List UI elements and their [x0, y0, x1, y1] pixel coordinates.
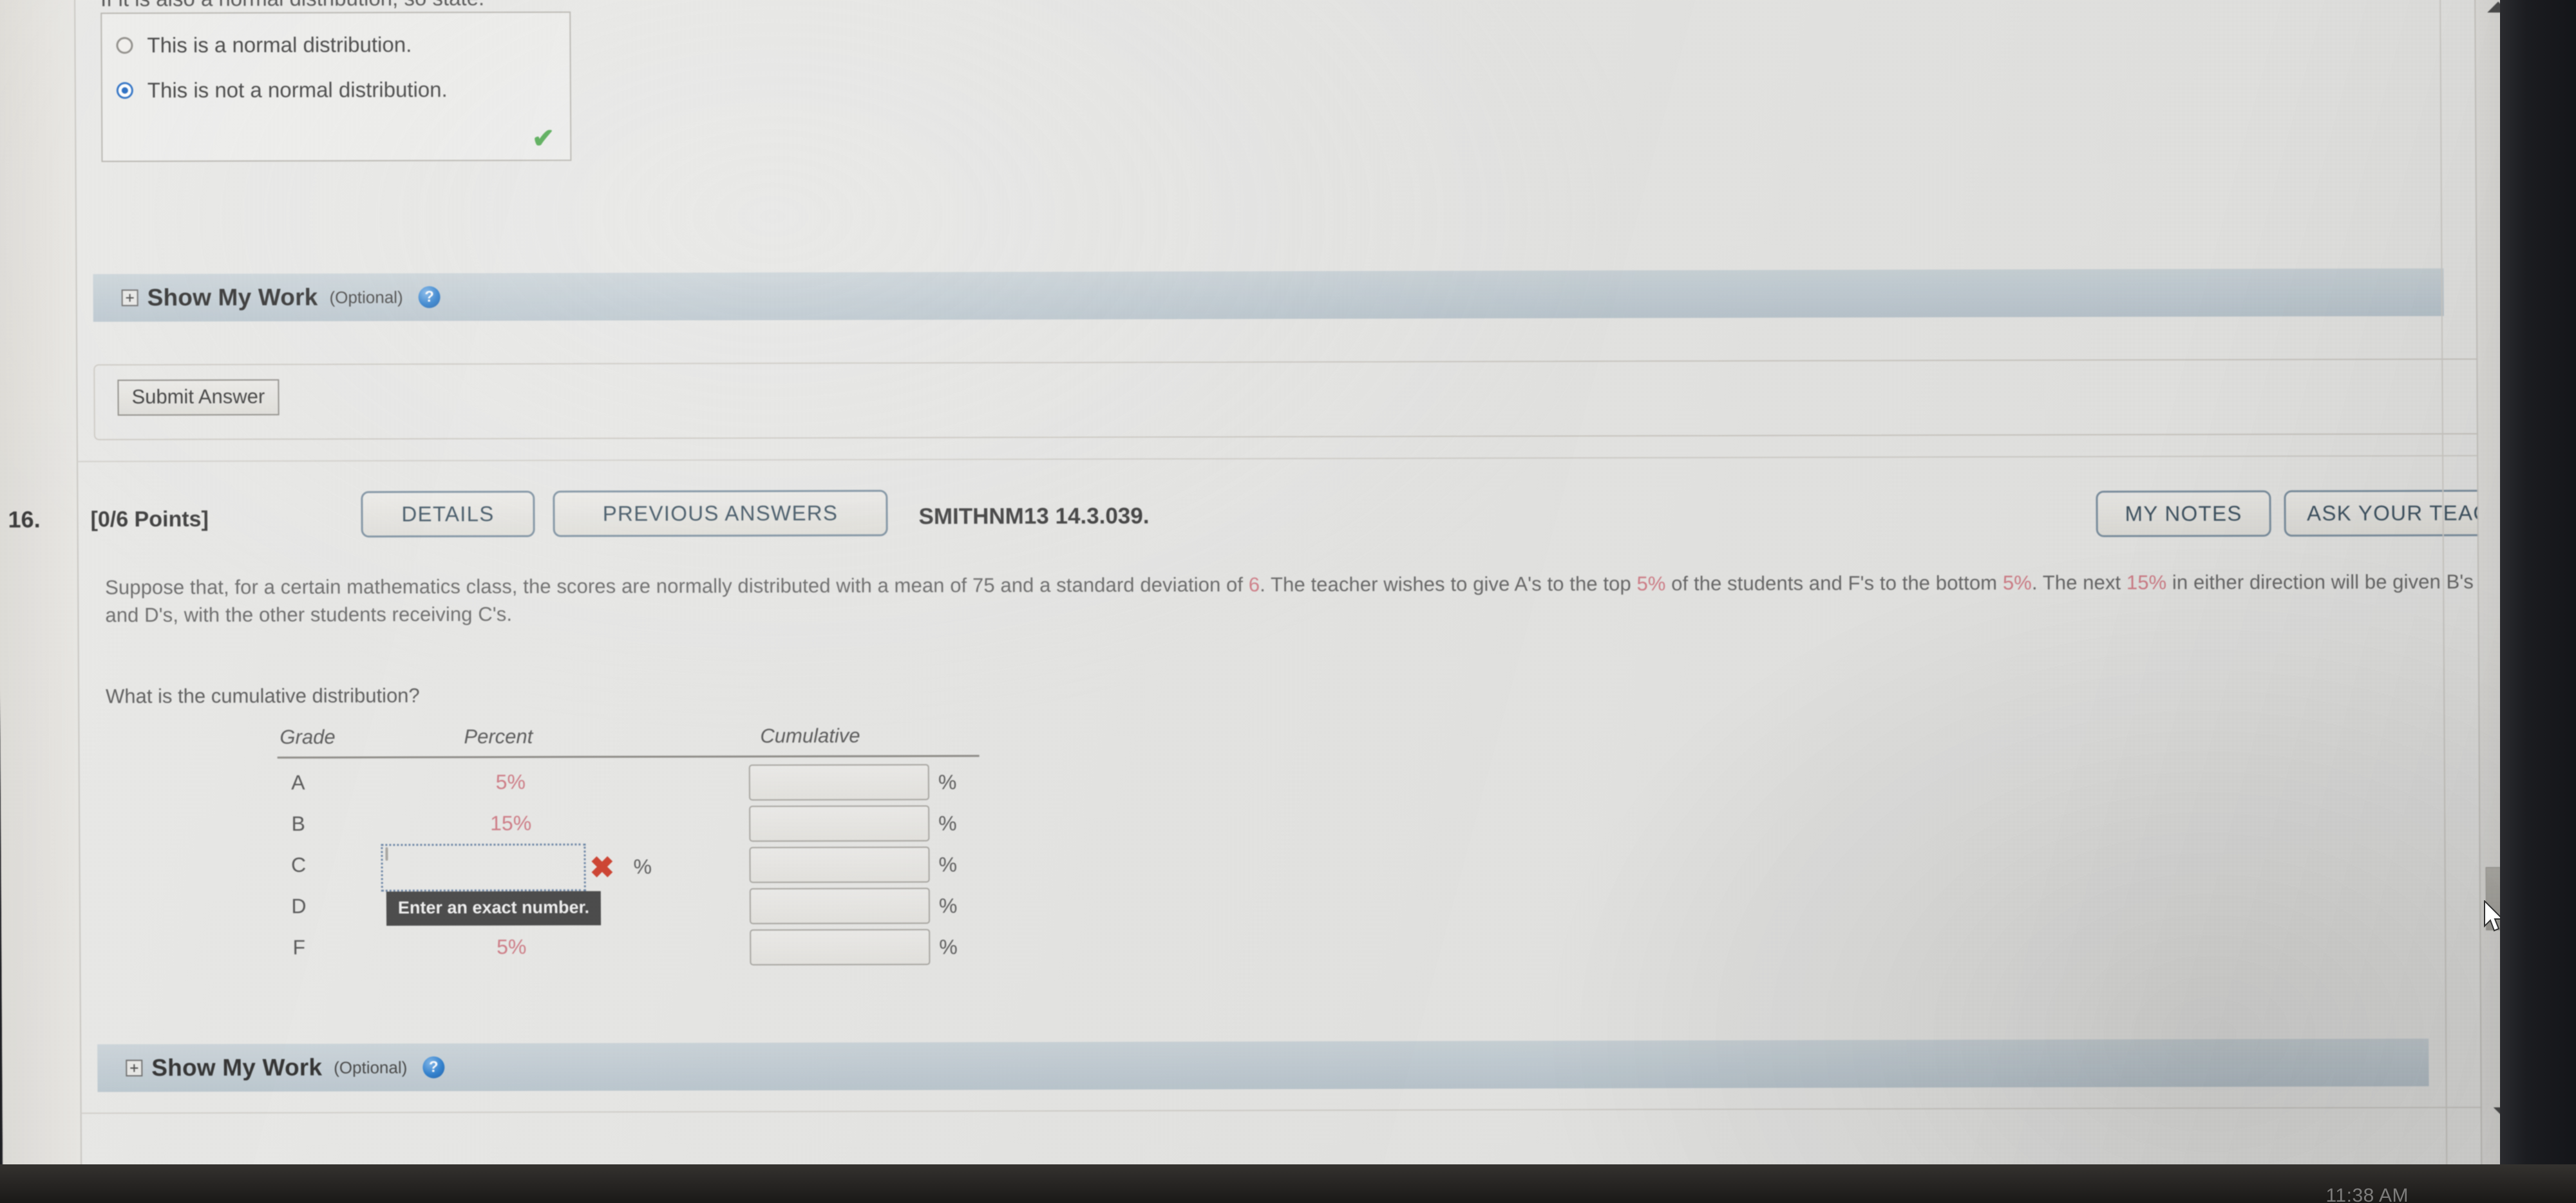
choice-label-normal: This is a normal distribution.	[147, 32, 412, 57]
bottom-divider	[80, 1106, 2522, 1114]
correct-check-icon: ✔	[531, 122, 555, 153]
table-row: B 15% %	[260, 805, 981, 848]
sub-question-prompt: What is the cumulative distribution?	[106, 684, 420, 708]
my-notes-button[interactable]: MY NOTES	[2096, 490, 2271, 538]
choice-label-not-normal: This is not a normal distribution.	[147, 77, 448, 102]
table-header-row: Grade Percent Cumulative	[259, 724, 980, 759]
choice-option-not-normal[interactable]: This is not a normal distribution.	[116, 77, 448, 102]
cumulative-input-c[interactable]	[749, 846, 930, 884]
percent-symbol: %	[938, 852, 958, 876]
validation-tooltip: Enter an exact number.	[386, 891, 601, 926]
prompt-next-percent: 15%	[2126, 571, 2167, 594]
grade-percent-value: 5%	[497, 934, 527, 959]
question-divider	[77, 455, 2519, 462]
percent-input-c[interactable]	[385, 847, 388, 861]
percent-symbol: %	[938, 893, 958, 917]
error-x-icon: ✖	[589, 850, 615, 884]
cumulative-cell: %	[749, 805, 957, 842]
prompt-bottom-percent: 5%	[2002, 571, 2032, 594]
grade-letter: A	[291, 770, 305, 794]
show-my-work-optional: (Optional)	[329, 287, 403, 307]
question-number: 16.	[8, 506, 41, 533]
choice-option-normal[interactable]: This is a normal distribution.	[116, 32, 412, 57]
grade-letter: D	[291, 894, 307, 918]
percent-symbol: %	[939, 934, 958, 958]
grade-letter: F	[292, 935, 306, 959]
question-prompt: Suppose that, for a certain mathematics …	[105, 569, 2488, 630]
percent-symbol: %	[938, 770, 957, 793]
cumulative-input-d[interactable]	[749, 887, 931, 925]
show-my-work-bar-q16[interactable]: Show My Work (Optional) ?	[97, 1038, 2429, 1092]
show-my-work-bar-q15[interactable]: Show My Work (Optional) ?	[93, 268, 2444, 322]
cumulative-input-b[interactable]	[749, 805, 930, 842]
prompt-text-2: . The teacher wishes to give A's to the …	[1260, 572, 1637, 596]
submit-answer-button[interactable]: Submit Answer	[117, 379, 279, 416]
submit-panel-q15: Submit Answer	[93, 358, 2503, 440]
column-header-percent: Percent	[464, 725, 533, 748]
cumulative-input-a[interactable]	[748, 764, 930, 801]
question-points: [0/6 Points]	[90, 507, 209, 532]
page-left-gutter	[0, 0, 82, 1189]
percent-symbol: %	[633, 855, 652, 878]
table-row: C ✖ % Enter an exact number. %	[260, 843, 981, 926]
show-my-work-title: Show My Work	[151, 1054, 323, 1081]
table-header-rule	[277, 755, 980, 759]
monitor-bezel-right	[2500, 0, 2576, 1203]
prompt-text-1: Suppose that, for a certain mathematics …	[105, 573, 1249, 599]
grade-percent-value: 15%	[490, 811, 532, 835]
cumulative-cell: %	[748, 764, 957, 801]
assignment-content: If it is also a normal distribution, so …	[8, 0, 2528, 1189]
taskbar-strip: 11:38 AM	[0, 1164, 2576, 1203]
cumulative-cell: %	[749, 887, 958, 925]
radio-not-normal-distribution[interactable]	[116, 82, 133, 99]
prompt-top-percent: 5%	[1636, 572, 1666, 595]
previous-answers-button[interactable]: PREVIOUS ANSWERS	[553, 489, 888, 537]
grade-letter: B	[291, 811, 306, 835]
table-row: F 5% %	[260, 929, 981, 972]
show-my-work-optional: (Optional)	[334, 1057, 408, 1077]
cumulative-cell: %	[750, 929, 958, 966]
question-source: SMITHNM13 14.3.039.	[918, 503, 1150, 529]
show-my-work-title: Show My Work	[147, 283, 318, 311]
expand-plus-icon[interactable]	[121, 289, 138, 307]
prompt-text-4: . The next	[2031, 571, 2127, 594]
details-button[interactable]: DETAILS	[361, 490, 535, 538]
column-header-grade: Grade	[279, 725, 336, 748]
grade-distribution-table: Grade Percent Cumulative A 5% % B 15% % …	[259, 724, 981, 972]
previous-question-stem: If it is also a normal distribution, so …	[100, 0, 484, 12]
cumulative-input-f[interactable]	[750, 929, 931, 966]
taskbar-clock: 11:38 AM	[2325, 1185, 2409, 1203]
table-row: A 5% %	[260, 764, 981, 807]
help-icon[interactable]: ?	[422, 1056, 445, 1079]
column-header-cumulative: Cumulative	[760, 724, 860, 748]
question-header: 16. [0/6 Points] DETAILS PREVIOUS ANSWER…	[8, 486, 2528, 551]
percent-symbol: %	[938, 811, 957, 835]
help-icon[interactable]: ?	[418, 286, 440, 308]
prompt-text-3: of the students and F's to the bottom	[1665, 571, 2003, 595]
percent-input-focus-ring	[381, 843, 586, 892]
prompt-standard-deviation: 6	[1248, 573, 1260, 596]
multiple-choice-group: This is a normal distribution. This is n…	[100, 11, 572, 162]
monitor-screen: If it is also a normal distribution, so …	[0, 0, 2528, 1189]
grade-percent-value: 5%	[495, 770, 526, 794]
grade-letter: C	[290, 853, 307, 876]
radio-normal-distribution[interactable]	[116, 37, 133, 54]
screen-photo: If it is also a normal distribution, so …	[0, 0, 2576, 1203]
table-row: D %	[260, 887, 981, 931]
expand-plus-icon[interactable]	[126, 1059, 143, 1077]
cumulative-cell: %	[749, 846, 958, 884]
